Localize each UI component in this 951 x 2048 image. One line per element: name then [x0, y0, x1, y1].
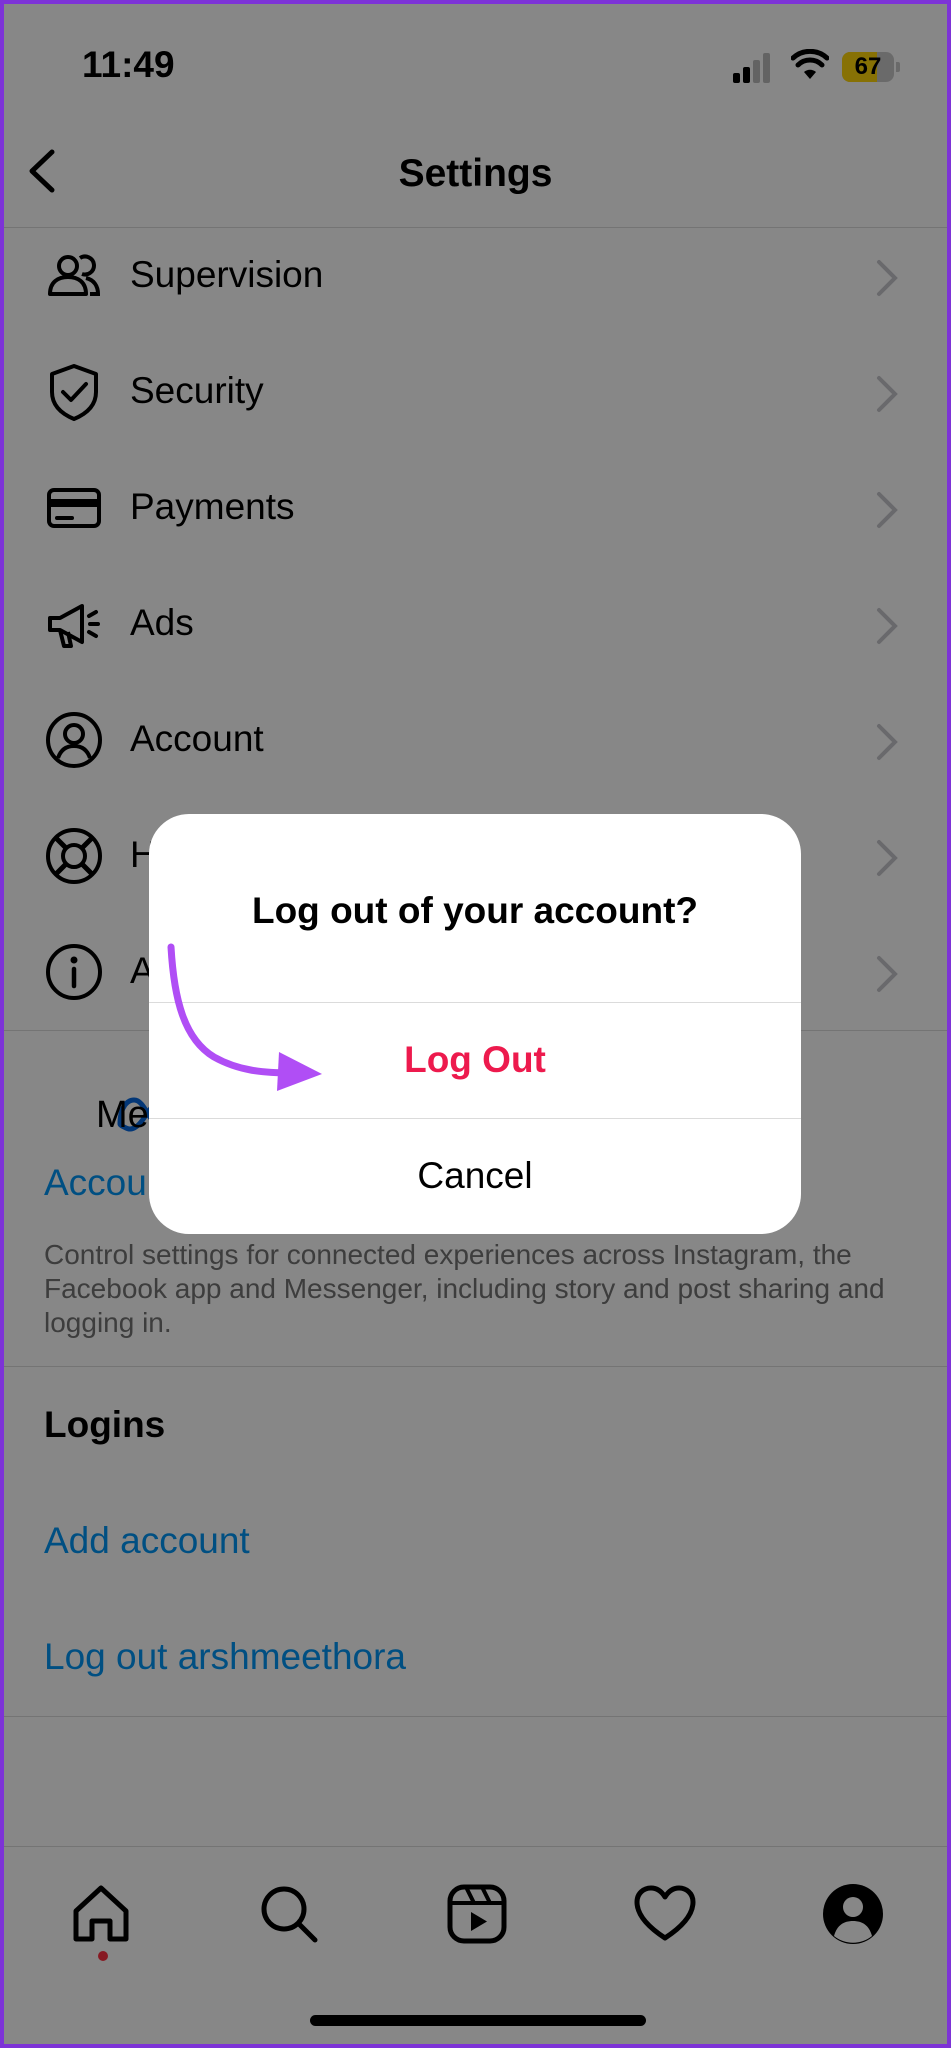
dialog-title: Log out of your account? — [251, 890, 698, 931]
annotation-arrow-icon — [167, 943, 322, 1091]
cancel-button[interactable]: Cancel — [149, 1118, 801, 1234]
screen: 11:49 67 Settings Supervision Security P… — [4, 4, 947, 2044]
